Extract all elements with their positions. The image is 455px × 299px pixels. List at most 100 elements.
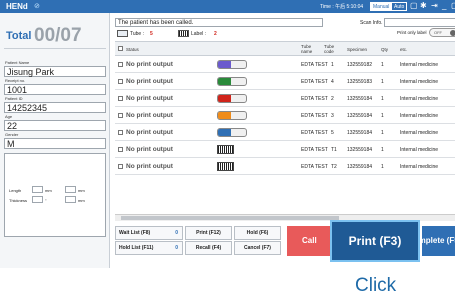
row-tube-name: EDTA TEST — [301, 79, 328, 85]
row-specimen: 132559182 — [347, 62, 373, 68]
col-etc: etc. — [400, 47, 408, 52]
row-status: No print output — [126, 129, 173, 136]
row-tube-name: EDTA TEST — [301, 147, 328, 153]
col-tube-name: Tube name — [301, 44, 313, 54]
barcode-icon — [178, 30, 189, 37]
hold-list-button[interactable]: Hold List (F11) 0 — [115, 241, 183, 255]
tube-icon — [217, 94, 247, 103]
mode-manual-button[interactable]: Manual — [370, 2, 393, 11]
row-status: No print output — [126, 78, 173, 85]
table-row[interactable]: No print output EDTA TEST T2 132559184 1… — [115, 159, 455, 175]
tube-cap — [218, 61, 231, 68]
row-status: No print output — [126, 146, 173, 153]
settings-icon[interactable]: ✱ — [420, 1, 427, 10]
table-row[interactable]: No print output EDTA TEST 2 132559184 1 … — [115, 91, 455, 107]
patient-panel: Total 00/07 Patient Name Jisung Park Rec… — [0, 13, 110, 268]
col-qty: Qty — [381, 47, 389, 52]
row-tube-name: EDTA TEST — [301, 164, 328, 170]
tube-icon — [217, 60, 247, 69]
row-specimen: 132559184 — [347, 130, 373, 136]
logout-icon[interactable]: ⇥ — [431, 1, 438, 10]
row-checkbox[interactable] — [118, 79, 123, 84]
age-field[interactable]: 22 — [4, 120, 106, 131]
call-f2-button[interactable]: Call (F2) — [287, 226, 332, 256]
table-row[interactable]: No print output EDTA TEST 4 132559183 1 … — [115, 74, 455, 90]
length-unit: mm — [45, 188, 52, 193]
row-tube-code: T2 — [331, 164, 337, 170]
length-input[interactable] — [32, 186, 43, 193]
thickness-unit: " — [45, 198, 47, 203]
total-label: Total — [6, 30, 32, 42]
toggle-text: OFF — [434, 30, 442, 35]
thickness-input[interactable] — [32, 196, 43, 203]
row-etc: Internal medicine — [400, 147, 439, 153]
mode-auto-button[interactable]: Auto — [391, 2, 408, 11]
table-row[interactable]: No print output EDTA TEST T1 132559184 1… — [115, 142, 455, 158]
divider — [4, 48, 106, 49]
patient-id-field[interactable]: 14252345 — [4, 102, 106, 113]
gender-field[interactable]: M — [4, 138, 106, 149]
receipt-no-field[interactable]: 1001 — [4, 84, 106, 95]
row-qty: 1 — [381, 96, 384, 102]
row-tube-name: EDTA TEST — [301, 62, 328, 68]
row-tube-code: 1 — [331, 62, 334, 68]
tube-cap — [218, 95, 231, 102]
app-name: HENd — [6, 2, 28, 11]
row-checkbox[interactable] — [118, 113, 123, 118]
receipt-no-label: Receipt no. — [5, 78, 26, 83]
row-checkbox[interactable] — [118, 96, 123, 101]
table-row[interactable]: No print output EDTA TEST 1 132559182 1 … — [115, 57, 455, 73]
table-header: Status Tube name Tube code Specimen Qty … — [115, 41, 455, 56]
maximize-icon[interactable]: ▢ — [451, 1, 455, 10]
select-all-checkbox[interactable] — [118, 46, 123, 51]
hold-f6-button[interactable]: Hold (F6) — [234, 226, 281, 240]
row-qty: 1 — [381, 147, 384, 153]
scrollbar-thumb[interactable] — [121, 216, 339, 220]
row-tube-code: 4 — [331, 79, 334, 85]
wait-list-button[interactable]: Wait List (F8) 0 — [115, 226, 183, 240]
minimize-icon[interactable]: _ — [442, 1, 446, 10]
print-f3-button[interactable]: Print (F3) — [330, 220, 420, 262]
table-row[interactable]: No print output EDTA TEST 3 132559184 1 … — [115, 108, 455, 124]
row-checkbox[interactable] — [118, 147, 123, 152]
thickness-unit-2: mm — [78, 198, 85, 203]
total-count: 00/07 — [34, 25, 82, 46]
row-checkbox[interactable] — [118, 62, 123, 67]
row-status: No print output — [126, 61, 173, 68]
tube-icon — [217, 111, 247, 120]
recall-f4-button[interactable]: Recall (F4) — [185, 241, 232, 255]
row-tube-code: 2 — [331, 96, 334, 102]
screen-icon[interactable]: ▢ — [410, 1, 418, 10]
row-etc: Internal medicine — [400, 130, 439, 136]
thickness-input-2[interactable] — [65, 196, 76, 203]
wait-list-count: 0 — [175, 230, 178, 236]
age-label: Age — [5, 114, 13, 119]
tube-cap — [218, 112, 231, 119]
row-specimen: 132559184 — [347, 113, 373, 119]
complete-f5-button[interactable]: Complete (F5) — [422, 226, 455, 256]
row-etc: Internal medicine — [400, 164, 439, 170]
print-f12-button[interactable]: Print (F12) — [185, 226, 232, 240]
row-specimen: 132559184 — [347, 164, 373, 170]
row-etc: Internal medicine — [400, 62, 439, 68]
table-row[interactable]: No print output EDTA TEST 5 132559184 1 … — [115, 125, 455, 141]
row-tube-name: EDTA TEST — [301, 113, 328, 119]
patient-name-field[interactable]: Jisung Park — [4, 66, 106, 77]
print-only-label-text: Print only label — [397, 30, 427, 35]
row-etc: Internal medicine — [400, 79, 439, 85]
length-input-2[interactable] — [65, 186, 76, 193]
length-unit-2: mm — [78, 188, 85, 193]
row-specimen: 132559184 — [347, 96, 373, 102]
scan-info-input[interactable] — [384, 18, 455, 27]
row-checkbox[interactable] — [118, 130, 123, 135]
tube-cap — [218, 78, 231, 85]
notes-area[interactable] — [4, 153, 106, 237]
col-status: Status — [126, 47, 139, 52]
tube-icon — [217, 128, 247, 137]
toggle-knob — [450, 30, 455, 36]
hold-list-label: Hold List (F11) — [119, 245, 154, 251]
barcode-label-icon — [217, 145, 234, 154]
cancel-f7-button[interactable]: Cancel (F7) — [234, 241, 281, 255]
row-checkbox[interactable] — [118, 164, 123, 169]
print-only-label-toggle[interactable]: OFF — [429, 28, 455, 37]
